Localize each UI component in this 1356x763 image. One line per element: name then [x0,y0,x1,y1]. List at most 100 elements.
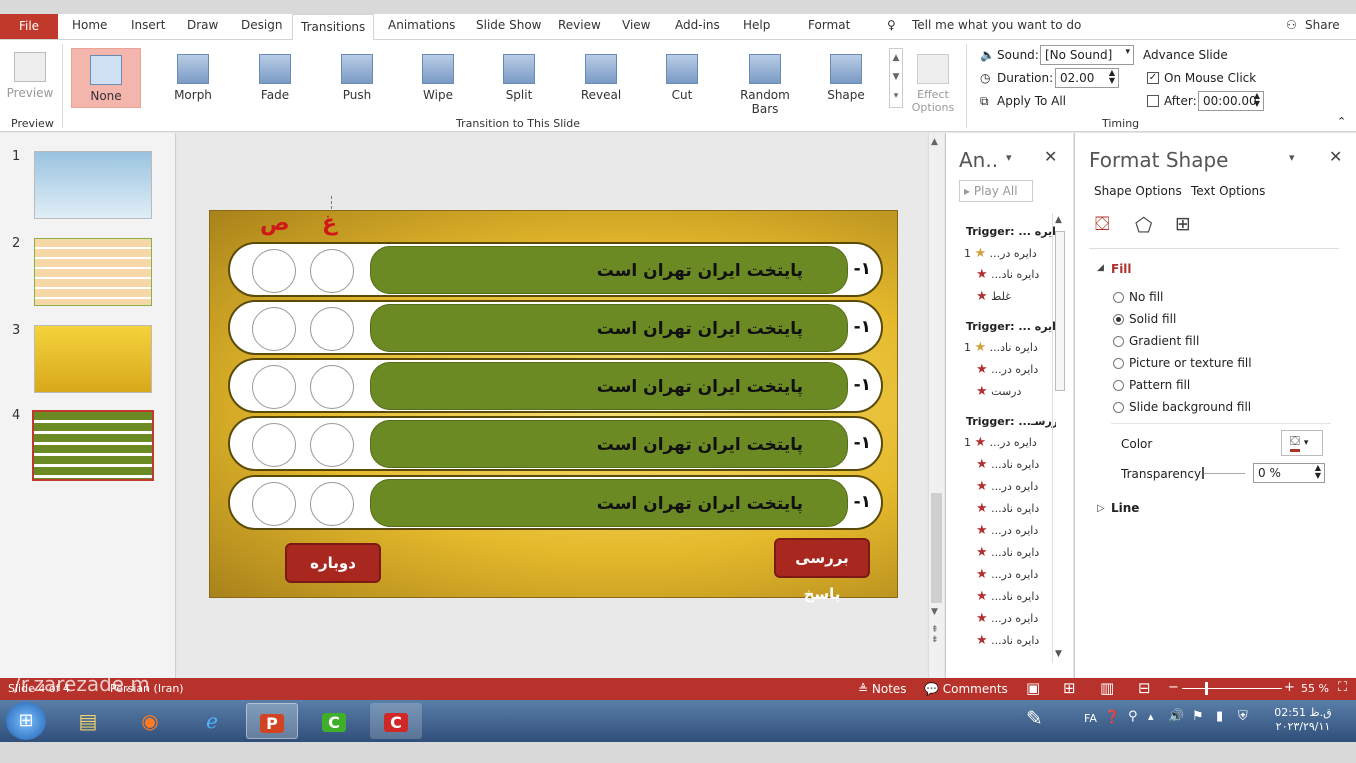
firefox-icon[interactable]: ◉ [124,703,176,739]
transition-shape[interactable]: Shape [811,48,881,108]
scroll-up-icon[interactable]: ▲ [931,137,938,147]
on-mouse-click-checkbox[interactable]: ✓ [1147,72,1159,84]
animation-item[interactable]: ★ ...دایره ناد [976,545,1039,560]
scroll-up-icon[interactable]: ▲ [1055,215,1062,225]
normal-view-icon[interactable]: ▣ [1026,679,1040,697]
animation-item[interactable]: ★ ...دایره در [976,362,1038,377]
sound-dropdown[interactable]: [No Sound] ▾ [1040,45,1134,65]
tab-text-options[interactable]: Text Options [1191,184,1265,198]
scroll-down-icon[interactable]: ▼ [1055,649,1062,659]
tab-add-ins[interactable]: Add-ins [675,18,720,32]
radio-picture-fill[interactable] [1113,358,1124,369]
transition-morph[interactable]: Morph [158,48,228,108]
collapse-ribbon-icon[interactable]: ⌃ [1337,115,1346,128]
canvas-scrollbar[interactable]: ▲ ▼ ⇞ ⇟ [928,133,944,678]
answer-circle-correct[interactable] [252,482,296,526]
animation-item[interactable]: ★ ...دایره ناد [976,589,1039,604]
chevron-down-icon[interactable]: ▾ [1006,151,1012,164]
after-stepper[interactable]: 00:00.00 ▲ ▼ [1198,91,1264,111]
radio-no-fill[interactable] [1113,292,1124,303]
expand-triangle-icon[interactable]: ▷ [1097,503,1105,514]
powerpoint-icon[interactable]: P [246,703,298,739]
answer-circle-correct[interactable] [252,249,296,293]
answer-circle-wrong[interactable] [310,365,354,409]
tab-format[interactable]: Format [808,18,850,32]
share-button[interactable]: Share [1305,18,1340,32]
duration-stepper[interactable]: 02.00 ▲ ▼ [1055,68,1119,88]
transition-cut[interactable]: Cut [647,48,717,108]
transition-reveal[interactable]: Reveal [566,48,636,108]
tell-me-search[interactable]: Tell me what you want to do [912,18,1081,32]
tray-expand-icon[interactable]: ▴ [1148,710,1154,723]
collapse-triangle-icon[interactable]: ◢ [1097,263,1104,273]
answer-circle-wrong[interactable] [310,249,354,293]
transparency-stepper[interactable]: 0 % ▲ ▼ [1253,463,1325,483]
effect-options-button[interactable]: Effect Options [908,48,958,114]
tab-shape-options[interactable]: Shape Options [1094,184,1182,198]
animation-item[interactable]: 1 ★ ...دایره در [964,435,1037,450]
color-picker-button[interactable]: ⛋ ▾ [1281,430,1323,456]
flag-icon[interactable]: ⚑ [1192,709,1204,724]
transparency-slider-track[interactable] [1203,473,1245,474]
tab-view[interactable]: View [622,18,650,32]
answer-circle-wrong[interactable] [310,423,354,467]
slide-thumbnail-1[interactable] [34,151,152,219]
check-answer-button[interactable]: بررسی پاسخ [774,538,870,603]
close-icon[interactable]: ✕ [1329,147,1342,166]
radio-gradient-fill[interactable] [1113,336,1124,347]
slideshow-view-icon[interactable]: ⊟ [1138,679,1151,697]
help-icon[interactable]: ❓ [1104,710,1120,725]
fit-to-window-icon[interactable]: ⛶ [1338,680,1347,695]
input-language[interactable]: FA [1084,712,1097,725]
radio-pattern-fill[interactable] [1113,380,1124,391]
animation-item[interactable]: ★ ...دایره در [976,567,1038,582]
tab-transitions[interactable]: Transitions [292,14,375,41]
tab-home[interactable]: Home [72,18,107,32]
transition-fade[interactable]: Fade [240,48,310,108]
chevron-down-icon[interactable]: ▾ [1289,151,1295,164]
animation-item[interactable]: ★ درست [976,384,1021,399]
animation-list-scrollbar[interactable]: ▲ ▼ [1052,213,1066,663]
scroll-down-icon[interactable]: ▼ [931,607,938,617]
fill-line-icon[interactable]: ⛋ [1095,213,1109,235]
prev-slide-icon[interactable]: ⇞ ⇟ [931,625,939,645]
tab-slide-show[interactable]: Slide Show [476,18,541,32]
answer-circle-correct[interactable] [252,307,296,351]
animation-item[interactable]: ★ ...دایره در [976,611,1038,626]
trigger-header[interactable]: Trigger: ... دایره [966,225,1056,238]
camtasia-red-icon[interactable]: C [370,703,422,739]
size-properties-icon[interactable]: ⊞ [1175,213,1191,235]
camtasia-green-icon[interactable]: C [308,703,360,739]
volume-icon[interactable]: 🔊 [1168,709,1184,724]
answer-circle-correct[interactable] [252,423,296,467]
zoom-slider-handle[interactable] [1205,682,1208,695]
animation-item[interactable]: ★ ...دایره در [976,523,1038,538]
animation-item[interactable]: ★ غلط [976,289,1011,304]
reading-view-icon[interactable]: ▥ [1100,679,1114,697]
scroll-thumb[interactable] [1055,231,1065,391]
after-checkbox[interactable] [1147,95,1159,107]
comments-button[interactable]: 💬 Comments [924,682,1008,696]
file-explorer-icon[interactable]: ▤ [62,703,114,739]
radio-solid-fill[interactable] [1113,314,1124,325]
animation-item[interactable]: ★ ...دایره ناد [976,633,1039,648]
animation-item[interactable]: 1 ★ ...دایره ناد [964,340,1038,355]
zoom-level[interactable]: 55 % [1301,682,1329,695]
zoom-slider-track[interactable] [1182,688,1282,689]
transition-random-bars[interactable]: Random Bars [725,48,805,116]
fill-section-header[interactable]: Fill [1111,262,1132,276]
clock[interactable]: 02:51 ق.ظ ۲۰۲۳/۲۹/۱۱ [1270,706,1336,734]
tray-icon[interactable]: ⚲ [1128,709,1138,724]
answer-circle-wrong[interactable] [310,307,354,351]
tab-file[interactable]: File [0,14,58,39]
apply-to-all-button[interactable]: Apply To All [997,94,1066,108]
animation-item[interactable]: 1 ★ ...دایره در [964,246,1037,261]
retry-button[interactable]: دوباره [285,543,381,583]
preview-button[interactable]: Preview [0,46,60,106]
play-all-button[interactable]: ▸ Play All [959,180,1033,202]
slide[interactable]: غ ص پایتخت ایران تهران است -۱ پایتخت ایر… [209,210,898,603]
zoom-out-icon[interactable]: − [1168,680,1179,695]
trigger-header[interactable]: Trigger: ... دایره [966,320,1056,333]
tab-insert[interactable]: Insert [131,18,165,32]
slide-thumbnail-4[interactable] [32,410,154,481]
